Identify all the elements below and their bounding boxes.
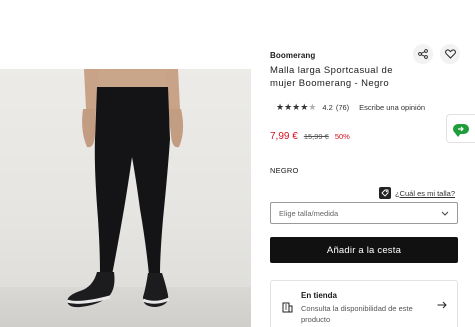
star-icon: ★: [300, 102, 309, 112]
store-availability-card[interactable]: En tienda Consulta la disponibilidad de …: [270, 280, 458, 327]
chat-arrow-icon: [458, 126, 464, 131]
write-review-link[interactable]: Escribe una opinión: [359, 103, 425, 112]
star-icon: ★: [284, 102, 293, 112]
current-price: 7,99 €: [270, 131, 298, 142]
share-button[interactable]: [413, 44, 433, 64]
size-select-placeholder: Elige talla/medida: [279, 208, 339, 218]
chat-button[interactable]: [446, 114, 475, 143]
arrow-right-icon: [437, 301, 447, 309]
product-image[interactable]: [0, 69, 251, 327]
building-icon: [282, 302, 293, 313]
rating-score: 4.2: [322, 103, 333, 112]
size-select[interactable]: Elige talla/medida: [270, 202, 458, 224]
rating-count: (76): [335, 103, 350, 112]
product-title: Malla larga Sportcasual de mujer Boomera…: [270, 65, 393, 89]
star-icon: ★: [292, 102, 301, 112]
color-name: NEGRO: [270, 166, 299, 175]
share-icon: [418, 49, 428, 59]
store-description: Consulta la disponibilidad de este produ…: [301, 304, 413, 324]
rating-stars: ★ ★ ★ ★ ★: [276, 103, 316, 112]
chevron-down-icon: [441, 211, 449, 216]
size-guide-link[interactable]: ¿Cuál es mi talla?: [379, 187, 455, 199]
model-illustration: [66, 69, 184, 308]
star-empty-icon: ★: [308, 102, 317, 112]
heart-icon: [444, 49, 456, 59]
discount-badge: 50%: [334, 132, 350, 141]
add-to-cart-button[interactable]: Añadir a la cesta: [270, 237, 458, 263]
size-guide-label[interactable]: ¿Cuál es mi talla?: [395, 189, 455, 198]
tag-icon: [379, 187, 391, 199]
price-block: 7,99 € 15,99 € 50%: [270, 131, 350, 142]
product-brand[interactable]: Boomerang: [270, 51, 315, 60]
store-title: En tienda: [301, 291, 338, 300]
original-price: 15,99 €: [303, 132, 329, 141]
favorite-button[interactable]: [440, 44, 460, 64]
product-rating[interactable]: ★ ★ ★ ★ ★ 4.2 (76) Escribe una opinión: [276, 103, 425, 113]
chat-icon: [453, 123, 469, 137]
star-icon: ★: [276, 102, 285, 112]
